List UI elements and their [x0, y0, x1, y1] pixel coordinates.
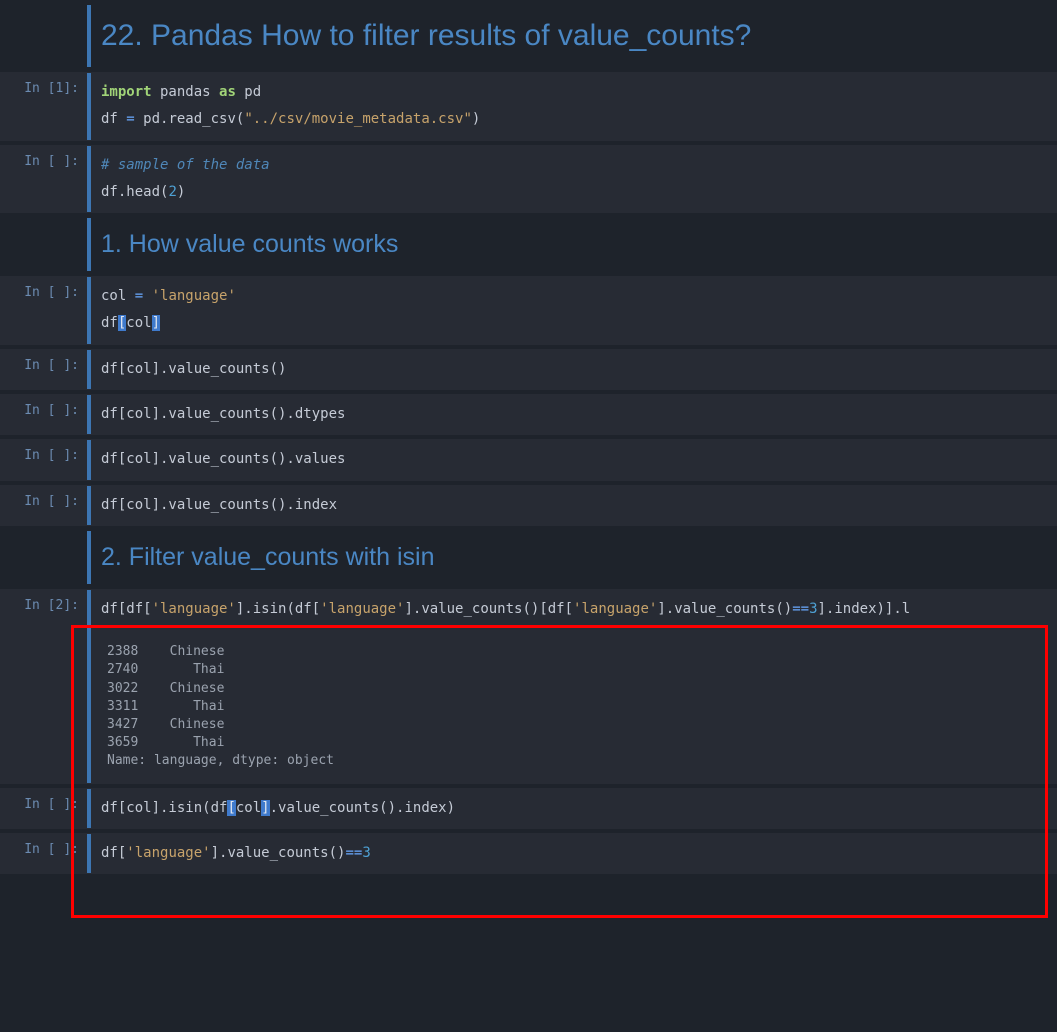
code-cell-7[interactable]: In [ ]: df[col].value_counts().index: [0, 485, 1057, 526]
cell-gutter: [87, 277, 91, 344]
prompt: In [ ]:: [1, 789, 87, 828]
code-scroll[interactable]: df[df['language'].isin(df['language'].va…: [101, 596, 1048, 629]
markdown-cell-title[interactable]: 22. Pandas How to filter results of valu…: [0, 4, 1057, 68]
page-title: 22. Pandas How to filter results of valu…: [101, 11, 1048, 61]
prompt: In [ ]:: [1, 395, 87, 434]
cell-gutter: [87, 350, 91, 389]
code-input[interactable]: df['language'].value_counts()==3: [101, 840, 1048, 867]
cell-gutter: [87, 440, 91, 479]
prompt: In [ ]:: [1, 440, 87, 479]
prompt: In [ ]:: [1, 486, 87, 525]
prompt: In [1]:: [1, 73, 87, 140]
cell-gutter: [87, 73, 91, 140]
code-input[interactable]: # sample of the data df.head(2): [101, 152, 1048, 207]
code-input[interactable]: df[col].value_counts().dtypes: [101, 401, 1048, 428]
code-input[interactable]: df[col].value_counts(): [101, 356, 1048, 383]
prompt: In [ ]:: [1, 146, 87, 213]
prompt: In [ ]:: [1, 834, 87, 873]
code-cell-10[interactable]: In [ ]: df['language'].value_counts()==3: [0, 833, 1057, 874]
code-cell-3[interactable]: In [ ]: col = 'language' df[col]: [0, 276, 1057, 345]
notebook: 22. Pandas How to filter results of valu…: [0, 4, 1057, 874]
prompt-empty: [1, 5, 87, 67]
cell-gutter: [87, 218, 91, 271]
markdown-cell-section1[interactable]: 1. How value counts works: [0, 217, 1057, 272]
cell-gutter: [87, 590, 91, 783]
code-cell-4[interactable]: In [ ]: df[col].value_counts(): [0, 349, 1057, 390]
code-cell-2[interactable]: In [ ]: # sample of the data df.head(2): [0, 145, 1057, 214]
markdown-cell-section2[interactable]: 2. Filter value_counts with isin: [0, 530, 1057, 585]
section-heading: 2. Filter value_counts with isin: [101, 537, 1048, 578]
code-input[interactable]: df[df['language'].isin(df['language'].va…: [101, 596, 1048, 623]
section-heading: 1. How value counts works: [101, 224, 1048, 265]
cell-gutter: [87, 395, 91, 434]
cell-gutter: [87, 146, 91, 213]
cell-gutter: [87, 486, 91, 525]
code-input[interactable]: df[col].value_counts().index: [101, 492, 1048, 519]
prompt: In [ ]:: [1, 350, 87, 389]
code-input[interactable]: col = 'language' df[col]: [101, 283, 1048, 338]
code-input[interactable]: df[col].isin(df[col].value_counts().inde…: [101, 795, 1048, 822]
prompt-empty: [1, 531, 87, 584]
code-cell-9[interactable]: In [ ]: df[col].isin(df[col].value_count…: [0, 788, 1057, 829]
cell-gutter: [87, 834, 91, 873]
cell-output: 2388 Chinese 2740 Thai 3022 Chinese 3311…: [101, 637, 1048, 776]
prompt: In [ ]:: [1, 277, 87, 344]
code-input[interactable]: import pandas as pd df = pd.read_csv("..…: [101, 79, 1048, 134]
cell-gutter: [87, 531, 91, 584]
code-cell-8[interactable]: In [2]: df[df['language'].isin(df['langu…: [0, 589, 1057, 784]
code-input[interactable]: df[col].value_counts().values: [101, 446, 1048, 473]
cell-gutter: [87, 789, 91, 828]
prompt-empty: [1, 218, 87, 271]
cell-gutter: [87, 5, 91, 67]
code-cell-1[interactable]: In [1]: import pandas as pd df = pd.read…: [0, 72, 1057, 141]
prompt: In [2]:: [1, 590, 87, 783]
code-cell-6[interactable]: In [ ]: df[col].value_counts().values: [0, 439, 1057, 480]
code-cell-5[interactable]: In [ ]: df[col].value_counts().dtypes: [0, 394, 1057, 435]
